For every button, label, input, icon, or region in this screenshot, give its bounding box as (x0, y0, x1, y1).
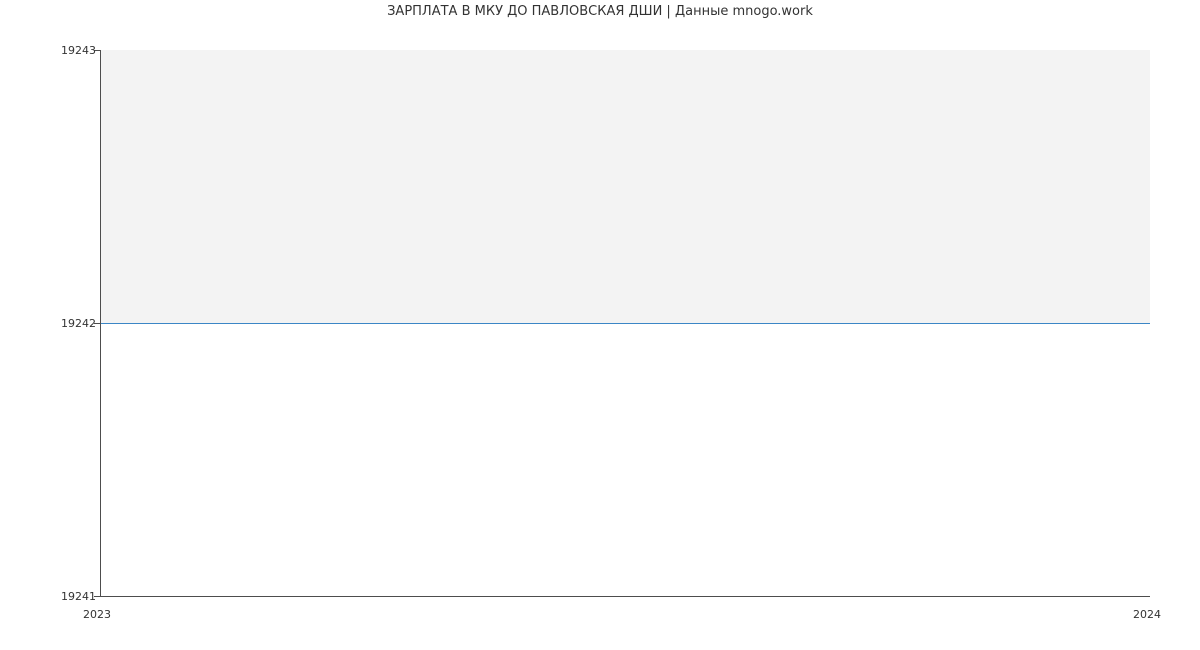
y-tick-label: 19242 (61, 317, 96, 330)
y-tick-label: 19241 (61, 590, 96, 603)
x-axis-line (100, 596, 1150, 597)
salary-chart: ЗАРПЛАТА В МКУ ДО ПАВЛОВСКАЯ ДШИ | Данны… (0, 0, 1200, 650)
chart-series-line (100, 323, 1150, 324)
y-tick-label: 19243 (61, 44, 96, 57)
x-tick-label: 2023 (83, 608, 111, 621)
y-axis-line (100, 50, 101, 596)
chart-title: ЗАРПЛАТА В МКУ ДО ПАВЛОВСКАЯ ДШИ | Данны… (0, 4, 1200, 19)
x-tick-label: 2024 (1133, 608, 1161, 621)
chart-fill-area (101, 50, 1150, 323)
